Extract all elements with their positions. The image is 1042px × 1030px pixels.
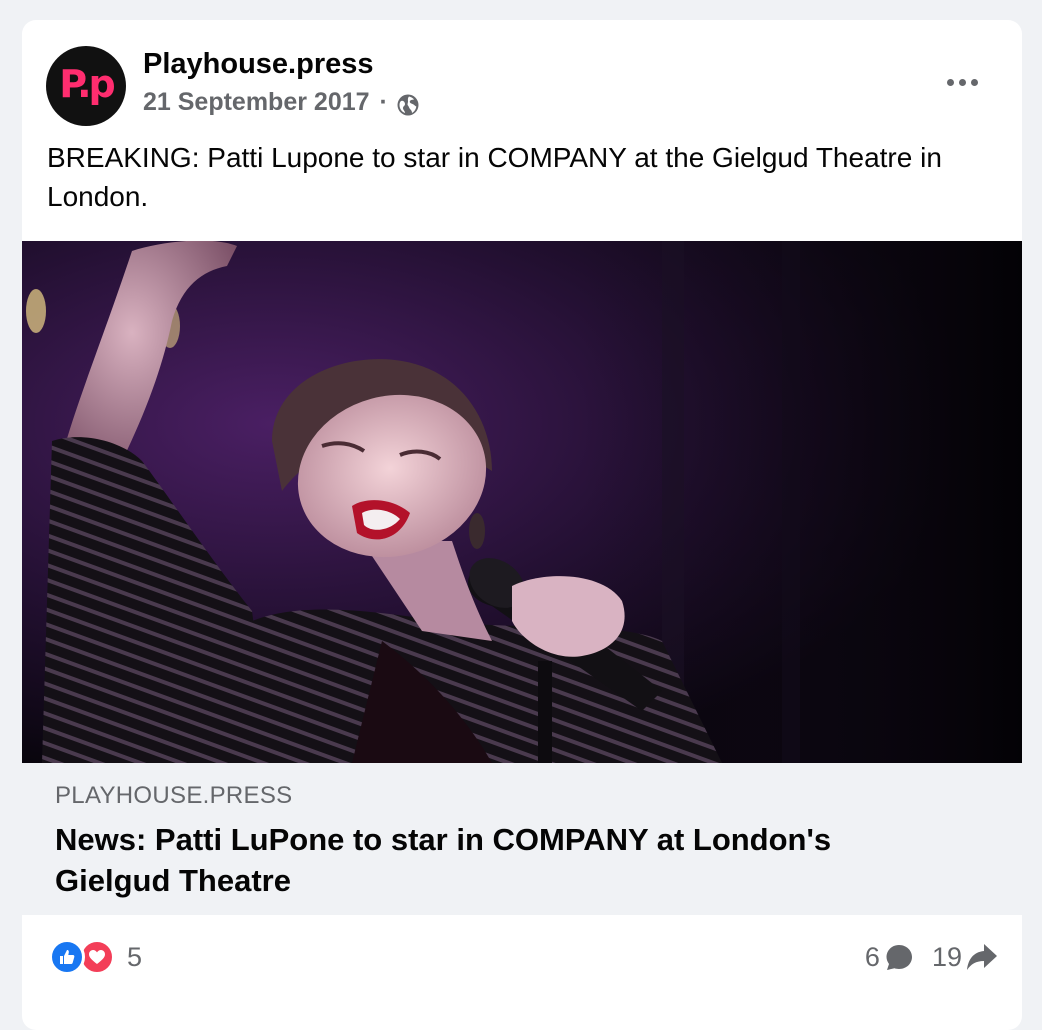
more-dot [958,78,966,86]
post-card: P.p Playhouse.press 21 September 2017 · … [22,20,1022,1030]
shares-stat[interactable]: 19 [932,942,998,973]
share-icon [967,944,997,970]
reaction-count: 5 [127,941,143,972]
comment-icon [886,945,912,970]
link-headline[interactable]: News: Patti LuPone to star in COMPANY at… [55,819,955,901]
share-count: 19 [931,941,962,972]
avatar-logo-text: P.p [59,62,115,106]
page-name[interactable]: Playhouse.press [143,48,374,81]
more-dot [946,78,954,86]
link-domain: PLAYHOUSE.PRESS [55,782,293,809]
more-dot [970,78,978,86]
post-date[interactable]: 21 September 2017 [143,88,370,117]
comment-count: 6 [864,941,880,972]
performer-photo [22,241,1022,763]
post-meta: 21 September 2017 · [143,88,420,117]
post-footer: 5 6 19 [22,915,1022,1025]
comments-stat[interactable]: 6 [865,942,914,973]
globe-icon[interactable] [396,93,420,117]
post-photo[interactable] [22,241,1022,763]
post-text: BREAKING: Patti Lupone to star in COMPAN… [47,142,942,212]
like-icon [49,939,85,975]
meta-separator: · [379,88,388,116]
avatar[interactable]: P.p [46,46,126,126]
engagement-stats: 6 19 [865,937,998,977]
post-header: P.p Playhouse.press 21 September 2017 · [22,20,1022,130]
more-options-icon[interactable] [940,70,984,94]
reactions-summary[interactable]: 5 [49,937,142,977]
